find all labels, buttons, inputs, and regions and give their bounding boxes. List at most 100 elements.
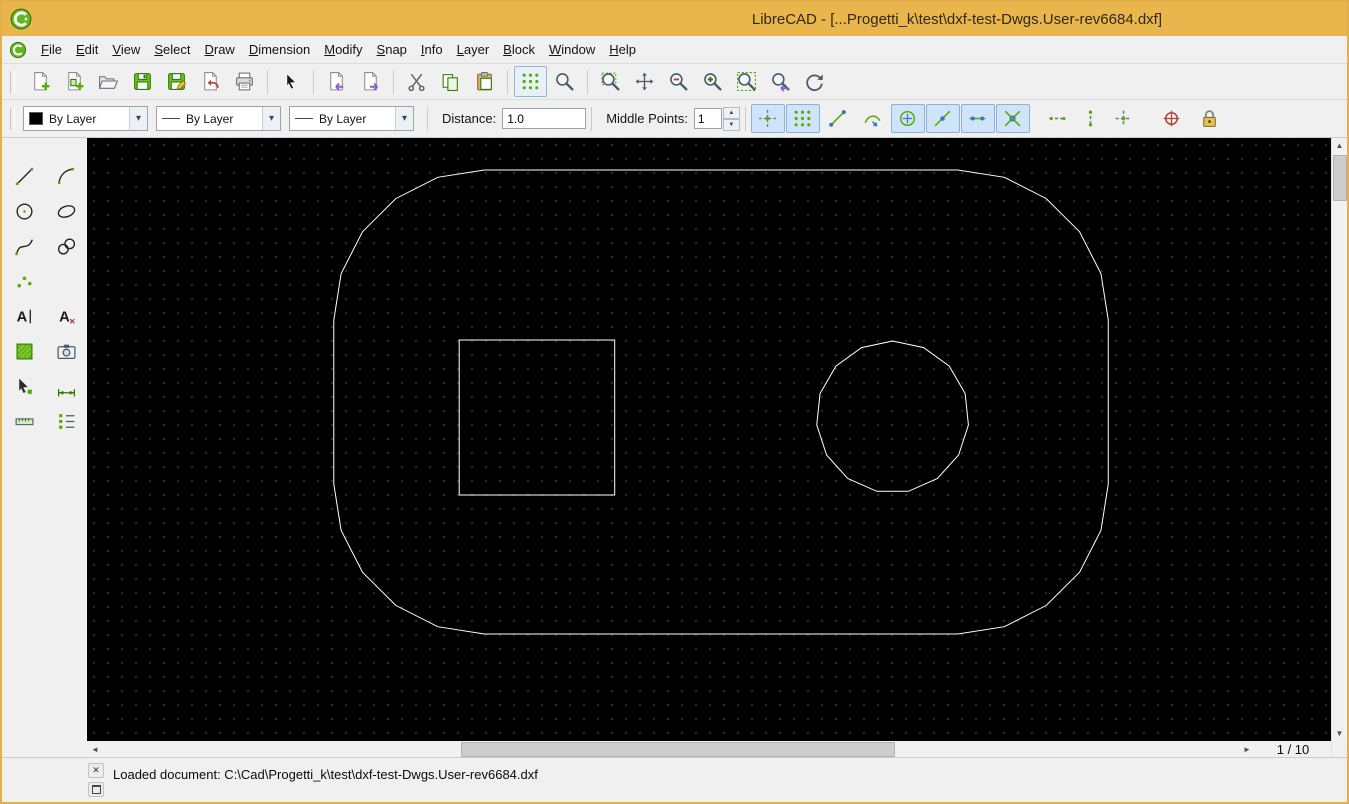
menu-snap[interactable]: Snap (370, 39, 414, 60)
draw-spline-button[interactable] (6, 230, 44, 262)
chevron-down-icon[interactable]: ▾ (395, 107, 413, 130)
menu-info[interactable]: Info (414, 39, 450, 60)
middle-points-input[interactable] (693, 108, 722, 129)
square-entity[interactable] (458, 339, 616, 496)
snap-free-button[interactable] (750, 104, 785, 133)
window-title: LibreCAD - [...Progetti_k\test\dxf-test-… (751, 10, 1163, 28)
next-block-button[interactable] (354, 66, 387, 97)
draw-ellipse-button[interactable] (48, 195, 86, 227)
chevron-down-icon[interactable]: ▾ (262, 107, 280, 130)
insert-image-button[interactable] (48, 335, 86, 367)
grid-dots-icon (520, 71, 541, 92)
draw-hatch-button[interactable] (6, 335, 44, 367)
print-button[interactable] (228, 66, 261, 97)
snap-grid-button[interactable] (785, 104, 820, 133)
scroll-right-button[interactable]: ► (1239, 741, 1255, 757)
menu-edit[interactable]: Edit (69, 39, 105, 60)
dock-close-button[interactable]: ✕ (88, 763, 104, 778)
vertical-scroll-thumb[interactable] (1333, 155, 1347, 201)
arc-icon (56, 166, 77, 187)
draw-circle-button[interactable] (6, 195, 44, 227)
titlebar[interactable]: LibreCAD - [...Progetti_k\test\dxf-test-… (2, 2, 1347, 36)
menu-window[interactable]: Window (542, 39, 602, 60)
grid-toggle-button[interactable] (514, 66, 547, 97)
cursor-icon (280, 71, 301, 92)
draw-arc-button[interactable] (48, 160, 86, 192)
cut-button[interactable] (400, 66, 433, 97)
image-icon (56, 341, 77, 362)
snap-endpoint-button[interactable] (821, 104, 855, 133)
zoom-pan-button[interactable] (628, 66, 661, 97)
menu-view[interactable]: View (105, 39, 147, 60)
select-pointer-button[interactable] (274, 66, 307, 97)
snap-middle-button[interactable] (925, 104, 960, 133)
circle-entity[interactable] (816, 340, 969, 492)
save-as-button[interactable] (160, 66, 193, 97)
zoom-window-button[interactable] (594, 66, 627, 97)
dock-detach-button[interactable] (88, 782, 104, 797)
restrict-vertical-button[interactable] (1075, 105, 1107, 132)
spinner-buttons: ▲ ▼ (722, 106, 740, 131)
zoom-button[interactable] (548, 66, 581, 97)
spin-up-button[interactable]: ▲ (722, 106, 740, 119)
toolbar-grip[interactable] (10, 70, 15, 93)
snap-free-icon (757, 108, 778, 129)
save-button[interactable] (126, 66, 159, 97)
open-drawing-button[interactable] (92, 66, 125, 97)
lock-relative-zero-button[interactable] (1194, 105, 1226, 132)
close-drawing-button[interactable] (194, 66, 227, 97)
paste-button[interactable] (468, 66, 501, 97)
new-from-template-button[interactable] (58, 66, 91, 97)
previous-block-button[interactable] (320, 66, 353, 97)
restrict-horizontal-button[interactable] (1042, 105, 1074, 132)
set-relative-zero-button[interactable] (1156, 105, 1188, 132)
zoom-out-button[interactable] (662, 66, 695, 97)
zoom-in-button[interactable] (696, 66, 729, 97)
menu-file[interactable]: File (34, 39, 69, 60)
chevron-down-icon[interactable]: ▾ (129, 107, 147, 130)
middle-points-spinner[interactable]: ▲ ▼ (693, 106, 740, 131)
draw-polyline-button[interactable] (48, 230, 86, 262)
menu-modify[interactable]: Modify (317, 39, 369, 60)
scroll-up-button[interactable]: ▲ (1332, 138, 1347, 153)
order-tool-button[interactable] (48, 405, 86, 437)
zoom-auto-button[interactable] (730, 66, 763, 97)
snap-distance-button[interactable] (960, 104, 995, 133)
pen-color-combo[interactable]: By Layer ▾ (23, 106, 148, 131)
scroll-down-button[interactable]: ▼ (1332, 726, 1347, 741)
menu-block[interactable]: Block (496, 39, 542, 60)
horizontal-scroll-thumb[interactable] (461, 742, 895, 757)
pen-linetype-combo[interactable]: By Layer ▾ (289, 106, 414, 131)
draw-point-button[interactable] (6, 265, 44, 297)
draw-mtext-button[interactable]: A (6, 300, 44, 332)
zoom-previous-button[interactable] (764, 66, 797, 97)
new-drawing-button[interactable] (24, 66, 57, 97)
spin-down-button[interactable]: ▼ (722, 118, 740, 131)
scroll-left-button[interactable]: ◄ (87, 741, 103, 757)
redraw-button[interactable] (798, 66, 831, 97)
pen-width-combo[interactable]: By Layer ▾ (156, 106, 281, 131)
menu-draw[interactable]: Draw (197, 39, 241, 60)
menu-layer[interactable]: Layer (450, 39, 497, 60)
drawing-canvas[interactable] (87, 138, 1331, 741)
snap-on-entity-button[interactable] (856, 104, 890, 133)
toolbar-grip[interactable] (10, 107, 15, 130)
menubar: File Edit View Select Draw Dimension Modify Sna… (2, 36, 1347, 64)
outer-contour-entity[interactable] (333, 169, 1109, 635)
select-tool-button[interactable] (6, 370, 44, 402)
distance-input[interactable] (502, 108, 587, 129)
measure-tool-button[interactable] (6, 405, 44, 437)
copy-button[interactable] (434, 66, 467, 97)
restrict-nothing-button[interactable] (1108, 105, 1140, 132)
snap-intersection-button[interactable] (995, 104, 1030, 133)
horizontal-scroll-track[interactable] (103, 741, 1239, 757)
menu-help[interactable]: Help (602, 39, 643, 60)
vertical-scrollbar: ▲ ▼ (1331, 138, 1347, 757)
draw-text-button[interactable]: A (48, 300, 86, 332)
menu-dimension[interactable]: Dimension (242, 39, 317, 60)
vertical-scroll-track[interactable] (1332, 153, 1347, 726)
snap-center-button[interactable] (890, 104, 925, 133)
menu-select[interactable]: Select (147, 39, 197, 60)
dimension-tool-button[interactable] (48, 370, 86, 402)
draw-line-button[interactable] (6, 160, 44, 192)
